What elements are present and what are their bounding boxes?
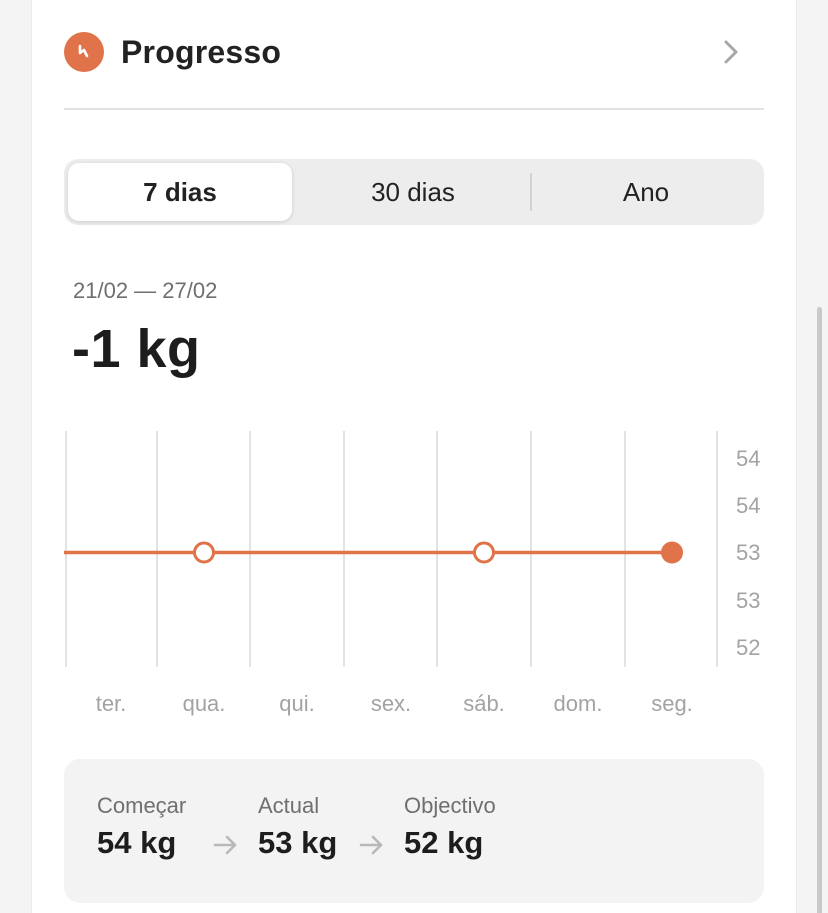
arrow-right-icon — [358, 831, 386, 859]
x-tick-label: sex. — [371, 691, 411, 716]
stat-start-value: 54 kg — [97, 825, 177, 860]
data-point[interactable] — [661, 541, 683, 564]
x-tick-label: ter. — [96, 691, 127, 716]
stat-current-value: 53 kg — [258, 825, 338, 860]
y-tick-label: 53 — [736, 588, 760, 613]
x-tick-label: qui. — [279, 691, 314, 716]
stat-goal-value: 52 kg — [404, 825, 484, 860]
x-tick-label: sáb. — [463, 691, 505, 716]
stat-goal-label: Objectivo — [404, 793, 496, 818]
y-tick-label: 52 — [736, 635, 760, 660]
stat-current: Actual 53 kg — [258, 793, 337, 861]
x-tick-label: qua. — [183, 691, 226, 716]
y-tick-label: 54 — [736, 446, 760, 471]
stat-start-label: Começar — [97, 793, 187, 818]
data-point[interactable] — [473, 541, 495, 564]
arrow-right-icon — [212, 831, 240, 859]
stat-goal: Objectivo 52 kg — [404, 793, 496, 861]
y-tick-label: 53 — [736, 540, 760, 565]
stat-current-label: Actual — [258, 793, 320, 818]
stat-start: Começar 54 kg — [97, 793, 186, 861]
data-point[interactable] — [193, 541, 215, 564]
x-tick-label: seg. — [651, 691, 693, 716]
weight-stats: Começar 54 kg Actual 53 kg Objectivo 52 … — [64, 759, 764, 903]
x-tick-label: dom. — [554, 691, 603, 716]
y-tick-label: 54 — [736, 493, 760, 518]
